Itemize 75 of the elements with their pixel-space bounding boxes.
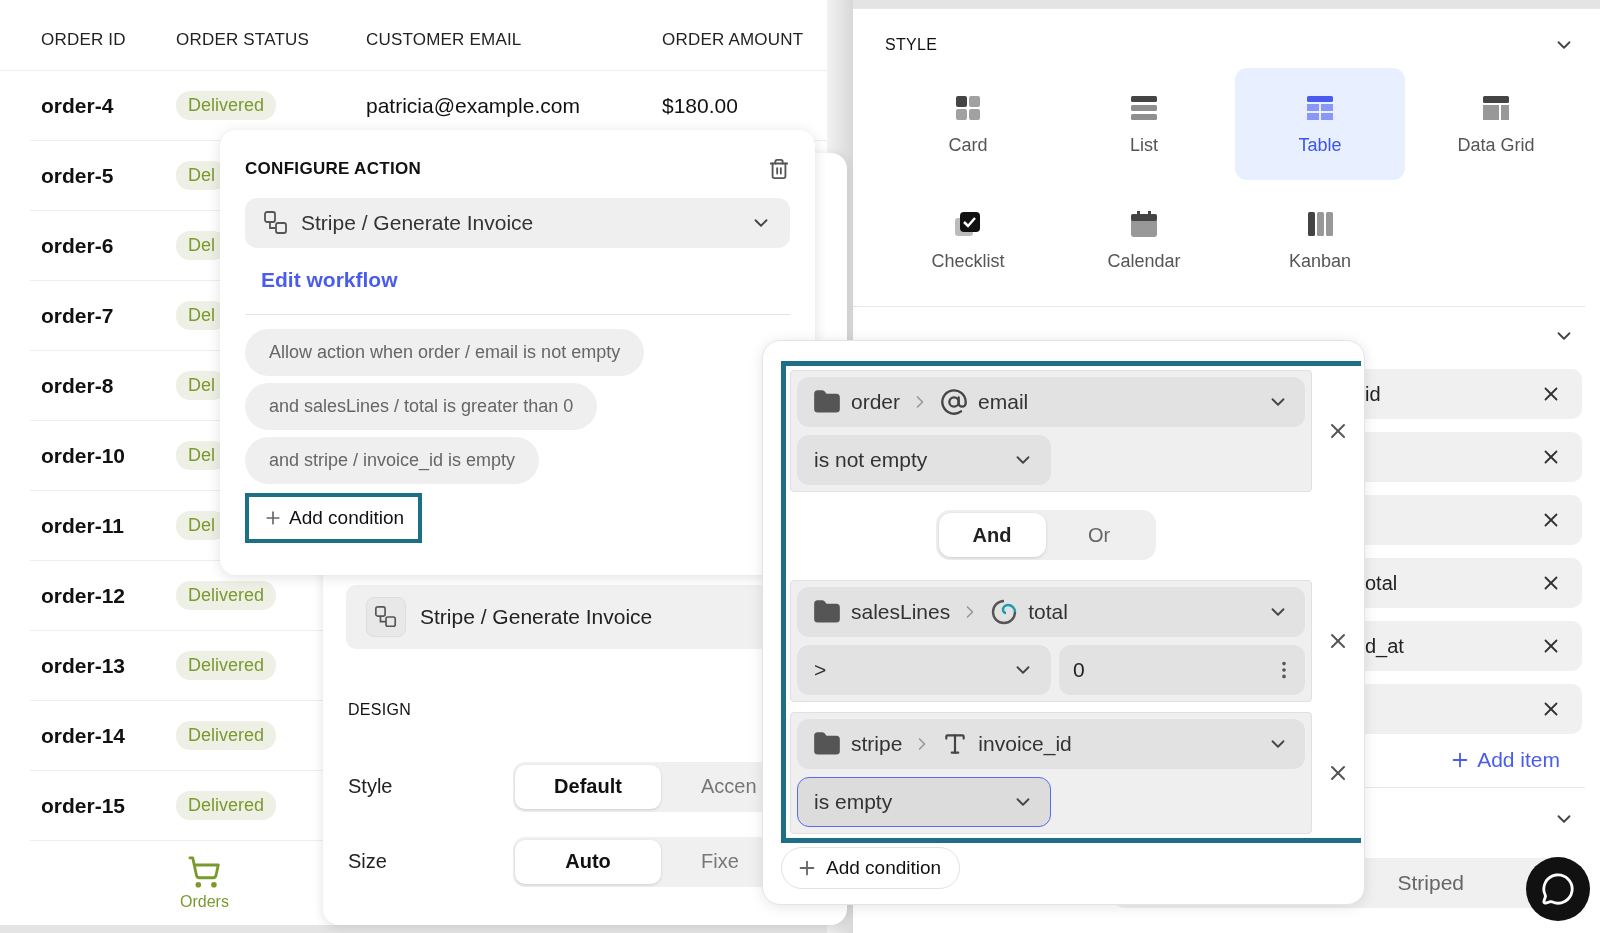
order-id: order-10 [41,443,127,468]
order-id: order-4 [41,93,115,118]
workflow-icon [263,210,289,236]
operator-select[interactable]: is not empty [797,435,1051,485]
column-name: id [1365,382,1381,406]
condition-chip[interactable]: and stripe / invoice_id is empty [245,437,540,484]
field-select[interactable]: salesLines total [797,587,1305,637]
view-option[interactable]: List [1059,68,1229,180]
cart-icon [187,855,222,889]
at-sign-icon [940,388,969,416]
order-id: order-12 [41,583,127,608]
folder-icon [813,730,841,758]
trash-icon[interactable] [768,158,790,180]
operator-select[interactable]: > [797,645,1051,695]
field-select[interactable]: stripe invoice_id [797,719,1305,769]
value-field[interactable]: 0 [1059,645,1305,695]
view-option[interactable]: Checklist [883,184,1053,296]
add-item-button[interactable]: Add item [1443,747,1566,773]
segment-option[interactable]: Striped [1391,870,1470,896]
setting-label: Style [348,775,394,798]
column-name: otal [1365,571,1398,595]
field-name: invoice_id [978,732,1073,756]
edit-workflow-link[interactable]: Edit workflow [261,268,398,292]
order-id: order-5 [41,163,115,188]
setting-label: Size [348,850,388,873]
status-badge: Delivered [176,581,277,610]
order-amount: $180.00 [662,93,739,118]
calendar-icon [1129,208,1159,239]
segment-option[interactable]: Auto [515,839,661,884]
section-title: STYLE [885,36,938,54]
status-badge: Delivered [176,791,277,820]
field-name: total [1028,600,1069,624]
order-id: order-11 [41,513,125,538]
field-select[interactable]: order email [797,377,1305,427]
section-title: DESIGN [348,701,413,719]
status-badge: Delivered [176,721,277,750]
view-option[interactable]: Data Grid [1411,68,1581,180]
popover-title: CONFIGURE ACTION [245,159,422,179]
toggle-option[interactable]: And [938,513,1046,557]
order-id: order-15 [41,793,127,818]
order-id: order-14 [41,723,127,748]
view-option[interactable]: Calendar [1059,184,1229,296]
status-badge: Delivered [176,651,277,680]
segment-option[interactable]: Default [515,764,661,809]
column-name: d_at [1365,634,1404,658]
order-id: order-7 [41,303,115,328]
column-header: CUSTOMER EMAIL [366,30,523,51]
spiral-icon [990,598,1019,626]
add-condition-button[interactable]: Add condition [245,493,423,543]
action-select[interactable]: Stripe / Generate Invoice [245,198,790,248]
add-condition-button[interactable]: Add condition [781,847,961,889]
order-id: order-8 [41,373,115,398]
source-name: salesLines [851,600,951,624]
column-header: ORDER ID [41,30,127,51]
folder-icon [813,388,841,416]
field-name: email [978,390,1030,414]
view-option[interactable]: Card [883,68,1053,180]
workflow-icon [374,605,398,629]
condition-chip[interactable]: and salesLines / total is greater than 0 [245,383,598,430]
operator-select[interactable]: is empty [797,777,1051,827]
order-id: order-6 [41,233,115,258]
source-name: order [851,390,901,414]
source-name: stripe [851,732,903,756]
view-option[interactable]: Table [1235,68,1405,180]
view-option[interactable]: Kanban [1235,184,1405,296]
order-id: order-13 [41,653,127,678]
status-badge: Delivered [176,91,277,120]
chat-icon [1541,872,1575,906]
column-header: ORDER STATUS [176,30,311,51]
folder-icon [813,598,841,626]
customer-email: patricia@example.com [366,93,581,118]
action-name: Stripe / Generate Invoice [420,605,653,629]
column-header: ORDER AMOUNT [662,30,805,51]
condition-chip[interactable]: Allow action when order / email is not empty [245,329,645,376]
toggle-option[interactable]: Or [1045,513,1153,557]
